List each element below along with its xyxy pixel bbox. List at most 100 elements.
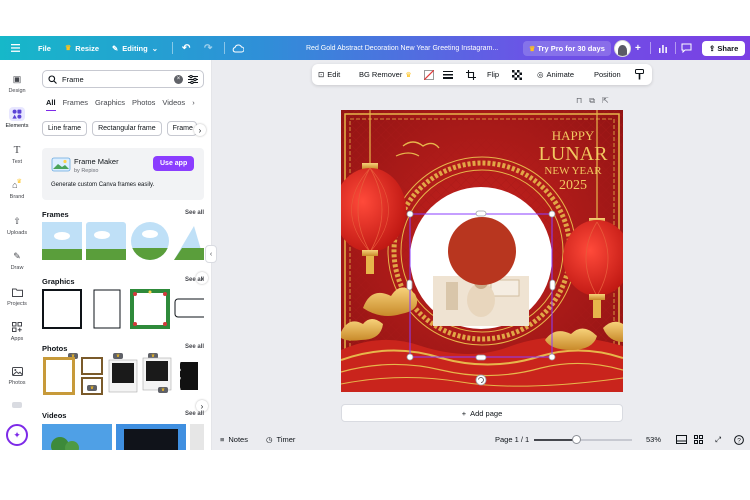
see-all-frames-link[interactable]: See all xyxy=(185,210,204,219)
tab-all[interactable]: All xyxy=(46,98,56,111)
share-button[interactable]: ⇪ Share xyxy=(702,36,746,60)
grid-view-icon[interactable] xyxy=(694,429,703,450)
section-title: Frames xyxy=(42,210,69,219)
rail-item-projects[interactable]: Projects xyxy=(0,285,34,307)
see-all-photos-link[interactable]: See all xyxy=(185,344,204,353)
try-pro-label: Try Pro for 30 days xyxy=(537,43,605,53)
flip-button[interactable]: Flip xyxy=(487,64,499,85)
resize-button[interactable]: ♛ Resize xyxy=(65,36,99,60)
rail-item-photos[interactable]: Photos xyxy=(0,364,34,386)
fullscreen-icon[interactable]: ⤢ xyxy=(715,429,721,450)
design-canvas[interactable]: HAPPY LUNAR NEW YEAR 2025 xyxy=(341,110,623,392)
notes-button[interactable]: ≡ Notes xyxy=(220,429,248,450)
chevron-right-icon[interactable]: › xyxy=(194,124,206,136)
graphic-thumbnail[interactable] xyxy=(130,289,170,329)
undo-icon[interactable]: ↶ xyxy=(182,36,190,60)
crown-icon: ♛ xyxy=(405,71,412,79)
animate-button[interactable]: ◎ Animate xyxy=(537,64,574,85)
more-apps-icon[interactable] xyxy=(12,402,22,408)
video-thumbnail[interactable] xyxy=(116,424,186,450)
rail-label: Elements xyxy=(5,123,29,129)
frame-maker-app-icon xyxy=(51,157,71,172)
border-style-icon[interactable] xyxy=(443,64,453,85)
graphic-thumbnail[interactable] xyxy=(42,289,82,329)
editing-label: Editing xyxy=(122,43,148,53)
frame-thumbnail[interactable] xyxy=(86,222,126,260)
graphic-thumbnail[interactable] xyxy=(174,289,204,329)
divider xyxy=(172,42,173,54)
photo-thumbnail[interactable] xyxy=(176,356,200,396)
tab-frames[interactable]: Frames xyxy=(63,98,88,111)
position-button[interactable]: Position xyxy=(594,64,621,85)
edit-label: Edit xyxy=(327,70,341,79)
rail-item-text[interactable]: T Text xyxy=(0,143,34,165)
resize-label: Resize xyxy=(75,43,100,53)
timer-icon: ◷ xyxy=(266,435,273,444)
rail-item-elements[interactable]: Elements xyxy=(0,107,34,129)
bg-remover-label: BG Remover xyxy=(359,70,403,79)
frame-thumbnail[interactable] xyxy=(42,222,82,260)
video-thumbnail[interactable] xyxy=(42,424,112,450)
zoom-level[interactable]: 53% xyxy=(646,429,661,450)
editing-mode-dropdown[interactable]: ✎ Editing ⌄ xyxy=(112,36,158,60)
crop-icon[interactable] xyxy=(466,64,476,85)
divider xyxy=(675,42,676,54)
zoom-slider[interactable] xyxy=(534,429,632,450)
graphic-thumbnail[interactable] xyxy=(86,289,126,329)
chip-rectangular-frame[interactable]: Rectangular frame xyxy=(92,121,162,136)
duplicate-page-icon[interactable]: ⧉ xyxy=(589,96,595,106)
chip-frame[interactable]: Frame xyxy=(166,121,197,136)
search-input[interactable]: Frame × xyxy=(42,70,204,88)
photo-thumbnail[interactable] xyxy=(108,356,138,396)
collapse-panel-button[interactable]: ‹ xyxy=(205,245,217,263)
add-collaborator-icon[interactable]: + xyxy=(635,43,641,54)
redo-icon[interactable]: ↷ xyxy=(204,36,212,60)
comment-icon[interactable] xyxy=(681,36,692,60)
magic-sparkle-button[interactable]: ✦ xyxy=(6,424,28,446)
add-page-button[interactable]: + Add page xyxy=(341,404,623,422)
poster-line-4: 2025 xyxy=(559,178,587,193)
timer-button[interactable]: ◷ Timer xyxy=(266,429,295,450)
zoom-track xyxy=(534,434,632,444)
lock-icon[interactable]: ⊓ xyxy=(576,96,582,106)
frames-section-header: Frames See all xyxy=(42,210,204,219)
menu-icon[interactable] xyxy=(11,36,20,60)
rail-label: Design xyxy=(8,88,26,94)
try-pro-button[interactable]: ♛ Try Pro for 30 days xyxy=(523,36,611,60)
photo-thumbnail[interactable] xyxy=(42,356,76,396)
rail-item-brand[interactable]: ⌂ ♛ Brand xyxy=(0,178,34,200)
edit-image-button[interactable]: ⊡ Edit xyxy=(318,64,340,85)
tab-graphics[interactable]: Graphics xyxy=(95,98,125,111)
tab-videos[interactable]: Videos xyxy=(162,98,185,111)
transparency-icon[interactable] xyxy=(512,64,522,85)
frame-thumbnail[interactable] xyxy=(130,222,170,260)
chevron-right-icon[interactable]: › xyxy=(192,98,195,111)
help-icon[interactable]: ? xyxy=(734,429,744,450)
copy-style-icon[interactable] xyxy=(635,64,644,85)
page-indicator[interactable]: Page 1 / 1 xyxy=(495,429,529,450)
chip-line-frame[interactable]: Line frame xyxy=(42,121,88,136)
filter-icon[interactable] xyxy=(188,74,198,84)
rail-item-draw[interactable]: ✎ Draw xyxy=(0,249,34,272)
tab-photos[interactable]: Photos xyxy=(132,98,155,111)
rail-item-uploads[interactable]: ⇧ Uploads xyxy=(0,214,34,237)
rail-item-design[interactable]: ▣ Design xyxy=(0,72,34,95)
add-page-icon[interactable]: ⇱ xyxy=(602,96,609,106)
frame-thumbnail[interactable] xyxy=(174,222,204,260)
file-menu[interactable]: File xyxy=(38,36,51,60)
zoom-handle[interactable] xyxy=(572,434,582,444)
cloud-saved-icon[interactable] xyxy=(232,36,244,60)
use-app-button[interactable]: Use app xyxy=(153,156,195,171)
top-bar: File ♛ Resize ✎ Editing ⌄ ↶ ↷ Red Gold A… xyxy=(0,36,750,60)
bg-remover-button[interactable]: BG Remover ♛ xyxy=(359,64,412,85)
account-avatar[interactable]: + xyxy=(614,36,641,60)
rail-item-apps[interactable]: Apps xyxy=(0,320,34,342)
see-all-videos-link[interactable]: See all xyxy=(185,411,204,420)
page-grid-icon[interactable] xyxy=(676,429,687,450)
see-all-graphics-link[interactable]: See all xyxy=(185,277,204,286)
video-thumbnail[interactable] xyxy=(190,424,204,450)
clear-search-icon[interactable]: × xyxy=(174,74,183,84)
analytics-icon[interactable] xyxy=(658,36,668,60)
border-color-icon[interactable] xyxy=(424,64,434,85)
document-title[interactable]: Red Gold Abstract Decoration New Year Gr… xyxy=(306,36,498,60)
